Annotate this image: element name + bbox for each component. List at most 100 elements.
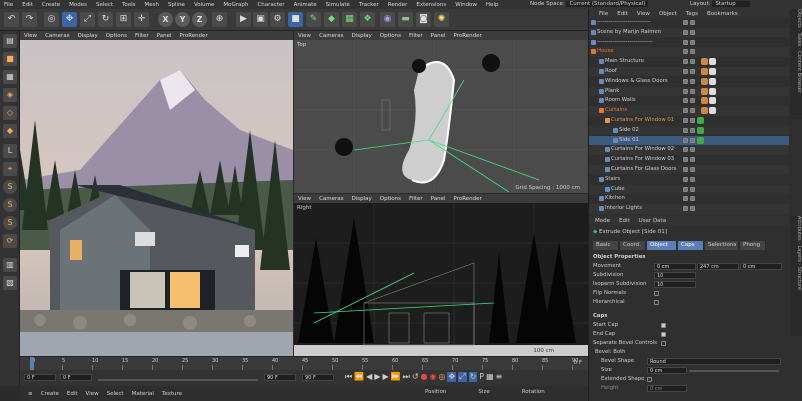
objects-menu-bookmarks[interactable]: Bookmarks [707, 11, 738, 17]
viewport-menu-display[interactable]: Display [78, 33, 98, 39]
make-editable-icon[interactable]: ▤ [3, 34, 17, 48]
menu-tracker[interactable]: Tracker [359, 2, 379, 8]
menu-render[interactable]: Render [388, 2, 408, 8]
viewport-menu-panel[interactable]: Panel [157, 33, 172, 39]
menu-mesh[interactable]: Mesh [145, 2, 159, 8]
object-render-visibility[interactable] [690, 69, 695, 74]
object-row[interactable]: Windows & Glass Doors [589, 77, 789, 86]
material-tag-icon[interactable] [709, 68, 716, 75]
object-editor-visibility[interactable] [683, 20, 688, 25]
viewport-menu-view[interactable]: View [298, 33, 311, 39]
object-editor-visibility[interactable] [683, 167, 688, 172]
material-tag-icon[interactable] [709, 107, 716, 115]
quantize-icon[interactable]: S [3, 216, 17, 230]
object-editor-visibility[interactable] [683, 39, 688, 45]
start-cap-checkbox[interactable] [661, 323, 666, 328]
next-key-icon[interactable]: ⏩ [391, 372, 401, 382]
attributes-menu-mode[interactable]: Mode [595, 218, 610, 224]
transform-icon[interactable]: ✛ [134, 12, 149, 27]
material-menu-select[interactable]: Select [107, 391, 124, 397]
timeline-min-field[interactable]: 0 F [60, 374, 92, 381]
next-frame-icon[interactable]: ▶ [382, 372, 388, 382]
material-tag-icon[interactable] [709, 97, 716, 105]
viewport-menu-filter[interactable]: Filter [135, 33, 149, 39]
object-render-visibility[interactable] [690, 196, 695, 202]
object-row[interactable]: Roof [589, 67, 789, 77]
object-render-visibility[interactable] [690, 147, 695, 153]
timeline-ruler[interactable]: 0510152025303540455055606570758085900 F [20, 356, 588, 370]
floor-icon[interactable]: ▬ [398, 12, 413, 27]
object-render-visibility[interactable] [690, 29, 695, 35]
loop-icon[interactable]: ↺ [412, 372, 419, 382]
cloner-icon[interactable]: ❖ [360, 12, 375, 27]
scale-icon[interactable]: ⤢ [80, 12, 95, 27]
record-icon[interactable]: ● [421, 372, 428, 382]
coordinate-system-icon[interactable]: ⊕ [212, 12, 227, 27]
menu-modes[interactable]: Modes [69, 2, 87, 8]
polygons-mode-icon[interactable]: ◆ [3, 124, 17, 138]
x-axis-button[interactable]: X [158, 12, 173, 27]
prev-key-icon[interactable]: ⏪ [354, 372, 364, 382]
goto-end-icon[interactable]: ⏭ [403, 372, 410, 382]
tab-caps[interactable]: Caps [678, 241, 704, 250]
objects-menu-edit[interactable]: Edit [617, 11, 628, 17]
autokey-icon[interactable]: ◉ [430, 372, 437, 382]
live-select-icon[interactable]: ◎ [44, 12, 59, 27]
side-tab-objects[interactable]: Objects [796, 9, 802, 28]
keyframe-icon[interactable]: ◎ [438, 372, 445, 382]
layout-value[interactable]: Startup [712, 1, 750, 7]
side-tab-takes[interactable]: Takes [796, 33, 802, 47]
object-row[interactable]: Side 01 [589, 135, 789, 145]
objects-menu-object[interactable]: Object [659, 11, 677, 17]
timeline-end-field[interactable]: 90 F [302, 374, 334, 381]
model-mode-icon[interactable]: ■ [3, 52, 17, 66]
size-field[interactable]: 0 cm [647, 367, 687, 374]
timeline-playhead[interactable] [30, 357, 34, 370]
material-tag-icon[interactable] [709, 87, 716, 95]
timeline-menu-icon[interactable]: ≡ [496, 372, 503, 382]
material-tag-icon[interactable] [701, 77, 708, 85]
side-tab-layers[interactable]: Layers [796, 245, 802, 262]
camera-icon[interactable]: ◙ [416, 12, 431, 27]
viewport-menu-options[interactable]: Options [106, 33, 127, 39]
object-editor-visibility[interactable] [683, 186, 688, 192]
menu-help[interactable]: Help [486, 2, 499, 8]
flip-normals-checkbox[interactable] [654, 291, 659, 296]
object-render-visibility[interactable] [690, 39, 695, 45]
object-row[interactable]: Curtains For Window 03 [589, 155, 789, 164]
recent-tools-icon[interactable]: ⊞ [116, 12, 131, 27]
menu-simulate[interactable]: Simulate [326, 2, 350, 8]
tab-phong[interactable]: Phong [740, 241, 766, 250]
pla-key-icon[interactable]: ▦ [486, 372, 494, 382]
menu-mograph[interactable]: MoGraph [223, 2, 248, 8]
movement-y-field[interactable]: 247 cm [697, 263, 739, 270]
viewport-menu-panel[interactable]: Panel [431, 196, 446, 202]
menu-edit[interactable]: Edit [22, 2, 33, 8]
object-row[interactable]: Interior Lights [589, 204, 789, 214]
scale-key-icon[interactable]: ⤢ [458, 372, 467, 382]
object-editor-visibility[interactable] [683, 88, 688, 94]
tweak-mode-icon[interactable]: ⌖ [3, 162, 17, 176]
redo-icon[interactable]: ↷ [22, 12, 37, 27]
menu-volume[interactable]: Volume [194, 2, 214, 8]
object-editor-visibility[interactable] [683, 98, 688, 104]
object-row[interactable]: Curtains [589, 106, 789, 116]
pen-icon[interactable]: ✎ [306, 12, 321, 27]
viewport-menu-display[interactable]: Display [352, 33, 372, 39]
material-menu-texture[interactable]: Texture [162, 391, 182, 397]
light-icon[interactable]: ✺ [434, 12, 449, 27]
viewport-menu-options[interactable]: Options [380, 196, 401, 202]
axis-mode-icon[interactable]: L [3, 144, 17, 158]
z-axis-button[interactable]: Z [192, 12, 207, 27]
object-editor-visibility[interactable] [683, 176, 688, 182]
top-viewport[interactable]: View Cameras Display Options Filter Panel ProR… [294, 31, 588, 193]
viewport-menu-view[interactable]: View [24, 33, 37, 39]
viewport-menu-panel[interactable]: Panel [431, 33, 446, 39]
viewport-menu-cameras[interactable]: Cameras [319, 196, 343, 202]
object-row[interactable]: Kitchen [589, 194, 789, 203]
material-menu-create[interactable]: Create [41, 391, 59, 397]
subdivision-field[interactable]: 10 [654, 272, 696, 279]
side-tab-attributes[interactable]: Attributes [796, 216, 802, 241]
workplane-icon[interactable]: ⟳ [3, 234, 17, 248]
tab-selections[interactable]: Selections [705, 241, 739, 250]
